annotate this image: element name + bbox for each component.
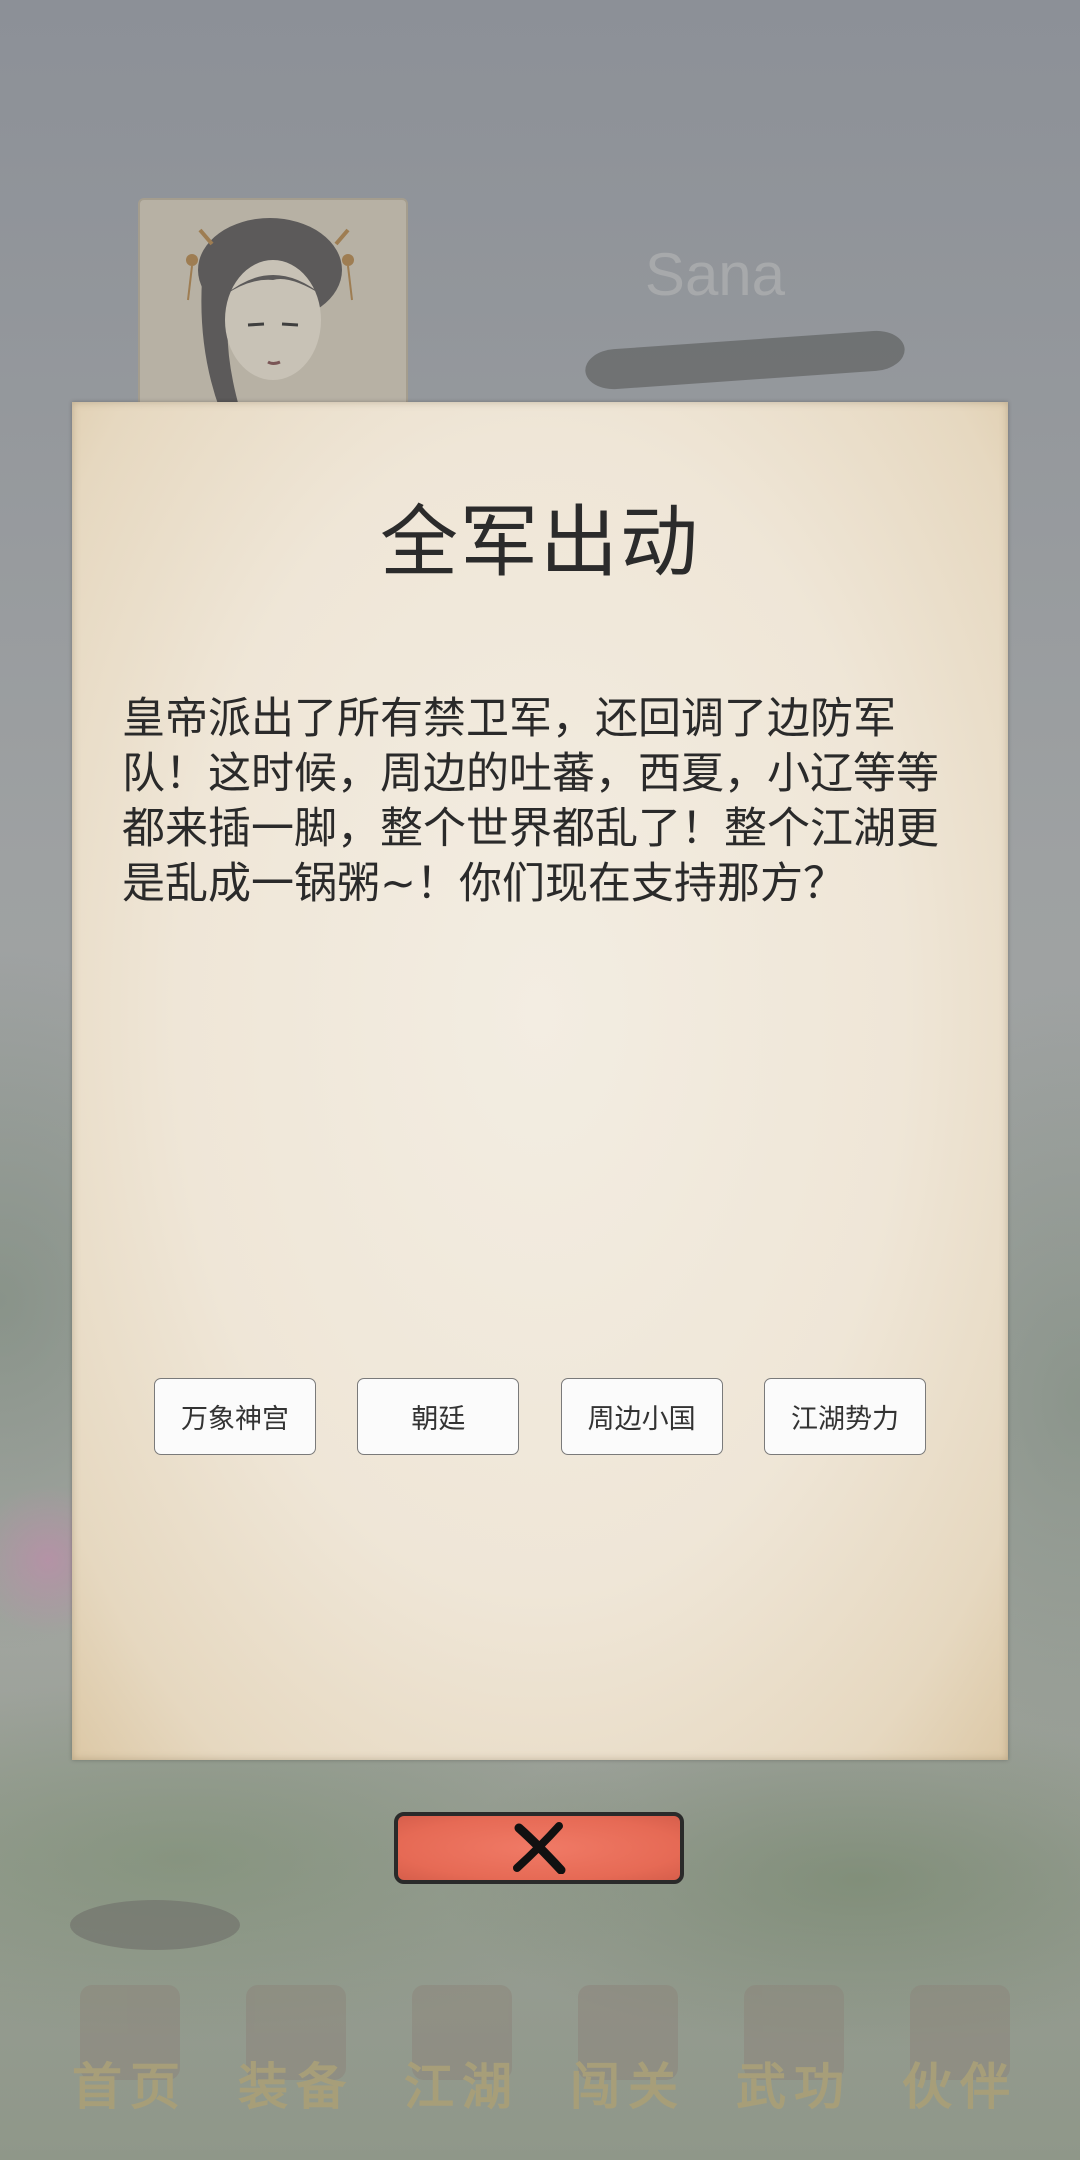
nav-home-label: 首页 bbox=[72, 2057, 188, 2116]
choice-wanxiang-palace-button[interactable]: 万象神宫 bbox=[154, 1378, 316, 1455]
close-x-icon bbox=[513, 1822, 566, 1874]
dialog-body: 皇帝派出了所有禁卫军，还回调了边防军队！这时候，周边的吐蕃，西夏，小辽等等都来插… bbox=[122, 694, 939, 909]
nav-partners-label: 伙伴 bbox=[902, 2057, 1018, 2116]
nav-jianghu[interactable]: 江湖 bbox=[382, 1975, 542, 2125]
nav-martial-arts[interactable]: 武功 bbox=[714, 1975, 874, 2125]
choice-neighbor-states-button[interactable]: 周边小国 bbox=[560, 1378, 723, 1455]
bottom-navigation: 首页 装备 江湖 闯关 武功 伙伴 bbox=[50, 1975, 1040, 2125]
nav-home[interactable]: 首页 bbox=[50, 1975, 210, 2125]
stone-decoration bbox=[70, 1900, 240, 1950]
nav-equipment-label: 装备 bbox=[238, 2057, 354, 2116]
dialog-title: 全军出动 bbox=[379, 498, 700, 588]
event-dialog: 全军出动 皇帝派出了所有禁卫军，还回调了边防军队！这时候，周边的吐蕃，西夏，小辽… bbox=[72, 402, 1008, 1760]
nav-martial-arts-label: 武功 bbox=[736, 2057, 852, 2116]
close-button[interactable] bbox=[394, 1812, 684, 1884]
player-name: Sana bbox=[644, 241, 786, 308]
nav-stages-label: 闯关 bbox=[570, 2057, 686, 2116]
nav-partners[interactable]: 伙伴 bbox=[880, 1975, 1040, 2125]
choice-court-button[interactable]: 朝廷 bbox=[357, 1378, 520, 1455]
nav-jianghu-label: 江湖 bbox=[404, 2057, 520, 2116]
choice-jianghu-forces-button[interactable]: 江湖势力 bbox=[763, 1378, 926, 1455]
character-portrait bbox=[138, 198, 408, 412]
choice-list: 万象神宫 朝廷 周边小国 江湖势力 bbox=[154, 1378, 926, 1458]
nav-stages[interactable]: 闯关 bbox=[548, 1975, 708, 2125]
nav-equipment[interactable]: 装备 bbox=[216, 1975, 376, 2125]
